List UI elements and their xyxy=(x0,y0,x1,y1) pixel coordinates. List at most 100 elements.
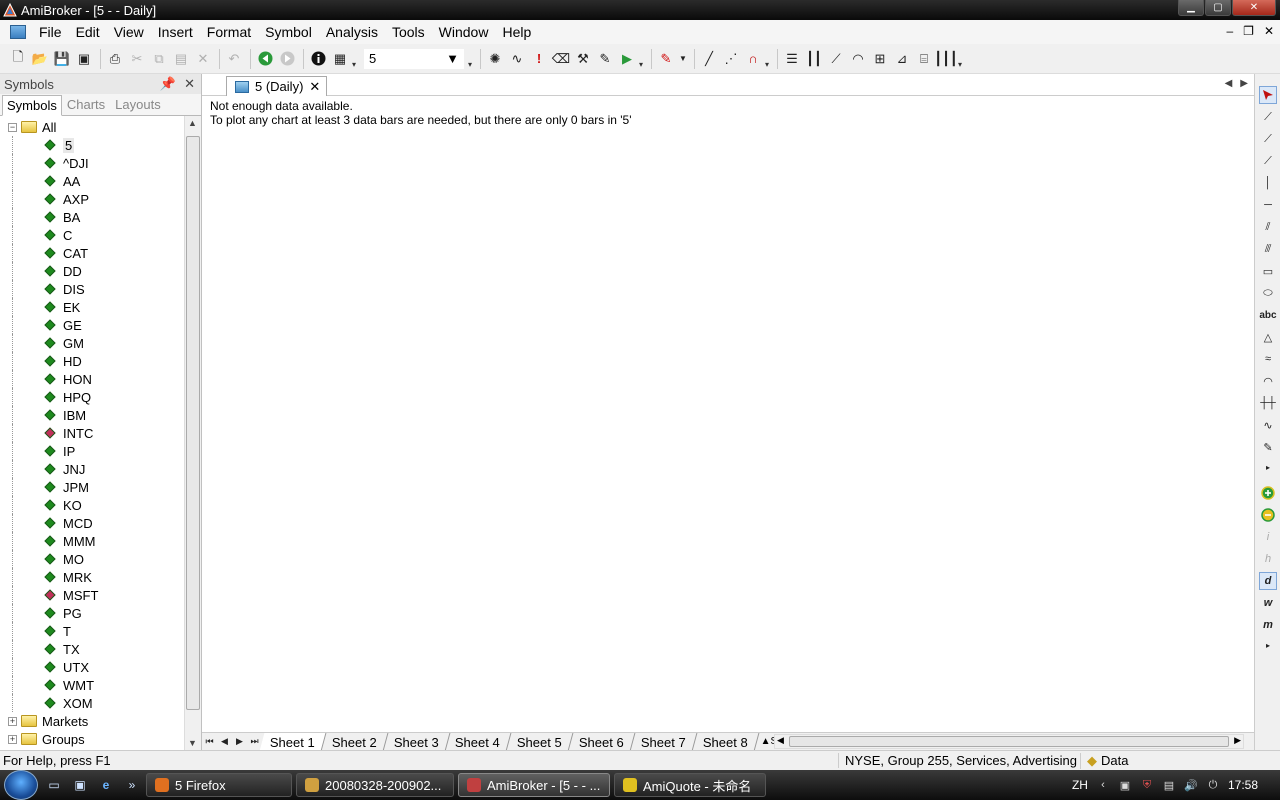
toolbar-overflow-icon[interactable]: ▾ xyxy=(958,49,966,69)
tab-scroll-right-icon[interactable]: ▶ xyxy=(1240,78,1248,89)
new-icon[interactable]: 🗋 xyxy=(8,49,28,69)
symbol-item[interactable]: AA xyxy=(0,172,184,190)
pen-color-icon[interactable]: ✎ xyxy=(656,49,676,69)
horizontal-scrollbar[interactable]: ◀ ▶ xyxy=(774,734,1244,749)
taskbar-task[interactable]: 5 Firefox xyxy=(146,773,292,797)
symbol-item[interactable]: DIS xyxy=(0,280,184,298)
hourly-interval-icon[interactable]: h xyxy=(1259,550,1277,568)
expand-icon[interactable]: + xyxy=(8,716,17,726)
line-width-icon[interactable]: ╱ xyxy=(699,49,719,69)
wand-icon[interactable]: ✎ xyxy=(595,49,615,69)
open-icon[interactable]: 📂 xyxy=(30,49,50,69)
menu-help[interactable]: Help xyxy=(495,20,538,44)
internet-explorer-icon[interactable]: e xyxy=(96,775,116,795)
show-desktop-icon[interactable]: ▭ xyxy=(44,775,64,795)
symbol-item[interactable]: MMM xyxy=(0,532,184,550)
forward-icon[interactable] xyxy=(277,49,297,69)
sheet-tab-7[interactable]: Sheet 7 xyxy=(630,732,698,751)
symbol-item[interactable]: TX xyxy=(0,640,184,658)
symbol-item[interactable]: UTX xyxy=(0,658,184,676)
magnet-icon[interactable]: ∩ xyxy=(743,49,763,69)
toolbar-overflow-icon[interactable]: ▾ xyxy=(468,49,476,69)
symbol-tree-scrollbar[interactable]: ▲ ▼ xyxy=(184,116,201,750)
first-sheet-icon[interactable]: ⏮ xyxy=(202,734,217,749)
fibonacci-timezones-icon[interactable]: ┼┼ xyxy=(1259,394,1277,412)
select-arrow-icon[interactable] xyxy=(1259,86,1277,104)
tray-expand-icon[interactable]: ‹ xyxy=(1096,778,1110,792)
symbol-item[interactable]: EK xyxy=(0,298,184,316)
hammer-icon[interactable]: ⚒ xyxy=(573,49,593,69)
mdi-restore-button[interactable]: ❐ xyxy=(1243,24,1254,38)
weekly-interval-icon[interactable]: w xyxy=(1259,594,1277,612)
print-icon[interactable]: ⎙ xyxy=(105,49,125,69)
symbol-item[interactable]: T xyxy=(0,622,184,640)
regression-channel-icon[interactable]: ⫻ xyxy=(1259,240,1277,258)
document-tab[interactable]: 5 (Daily) ✕ xyxy=(226,76,328,96)
fibonacci-icon[interactable]: ⌸ xyxy=(914,49,934,69)
menu-insert[interactable]: Insert xyxy=(151,20,200,44)
start-button[interactable] xyxy=(4,770,38,800)
scrollbar-thumb[interactable] xyxy=(186,136,200,710)
cut-icon[interactable]: ✂ xyxy=(127,49,147,69)
taskbar-task[interactable]: 20080328-200902... xyxy=(296,773,454,797)
symbol-item[interactable]: JPM xyxy=(0,478,184,496)
freehand-icon[interactable]: ∿ xyxy=(1259,416,1277,434)
rectangle-icon[interactable]: ▭ xyxy=(1259,262,1277,280)
menu-format[interactable]: Format xyxy=(200,20,258,44)
scroll-left-icon[interactable]: ◀ xyxy=(777,735,784,746)
sheet-tab-2[interactable]: Sheet 2 xyxy=(321,732,389,751)
vertical-line-icon[interactable]: │ xyxy=(1259,174,1277,192)
dotted-line-icon[interactable]: ⋰ xyxy=(721,49,741,69)
paste-icon[interactable]: ▤ xyxy=(171,49,191,69)
vertical-lines-icon[interactable]: ┃┃ xyxy=(804,49,824,69)
info-icon[interactable] xyxy=(308,49,328,69)
symbol-item[interactable]: AXP xyxy=(0,190,184,208)
parallel-lines-icon[interactable]: ⫽ xyxy=(1259,218,1277,236)
toolbar-overflow-icon[interactable]: ▾ xyxy=(765,49,773,69)
tab-symbols[interactable]: Symbols xyxy=(2,95,62,116)
text-icon[interactable]: abc xyxy=(1259,306,1277,324)
tab-layouts[interactable]: Layouts xyxy=(110,94,166,115)
taskbar-task[interactable]: AmiQuote - 未命名 xyxy=(614,773,766,797)
triangle-icon[interactable]: △ xyxy=(1259,328,1277,346)
monthly-interval-icon[interactable]: m xyxy=(1259,616,1277,634)
menu-window[interactable]: Window xyxy=(432,20,496,44)
scroll-right-icon[interactable]: ▶ xyxy=(1234,735,1241,746)
close-icon[interactable]: ✕ xyxy=(309,79,320,95)
play-icon[interactable]: ▶ xyxy=(617,49,637,69)
indicator-builder-icon[interactable]: ∿ xyxy=(507,49,527,69)
taskbar-task[interactable]: AmiBroker - [5 - - ... xyxy=(458,773,610,797)
clock[interactable]: 17:58 xyxy=(1228,778,1258,792)
symbol-item[interactable]: ^DJI xyxy=(0,154,184,172)
zoom-in-icon[interactable] xyxy=(1259,484,1277,502)
back-icon[interactable] xyxy=(255,49,275,69)
language-indicator[interactable]: ZH xyxy=(1072,778,1088,792)
next-sheet-icon[interactable]: ▶ xyxy=(232,734,247,749)
collapse-icon[interactable]: − xyxy=(8,122,17,132)
arc-icon[interactable]: ◠ xyxy=(848,49,868,69)
automatic-analysis-icon[interactable]: ✺ xyxy=(485,49,505,69)
zoom-out-icon[interactable] xyxy=(1259,506,1277,524)
eraser-icon[interactable]: ⌫ xyxy=(551,49,571,69)
symbol-item[interactable]: HON xyxy=(0,370,184,388)
switch-windows-icon[interactable]: ▣ xyxy=(70,775,90,795)
sheet-tab-3[interactable]: Sheet 3 xyxy=(383,732,450,751)
mdi-document-icon[interactable] xyxy=(10,25,26,39)
chevron-down-icon[interactable]: ▼ xyxy=(678,49,688,69)
symbol-item[interactable]: PG xyxy=(0,604,184,622)
mdi-close-button[interactable]: ✕ xyxy=(1264,24,1274,38)
symbol-item[interactable]: IBM xyxy=(0,406,184,424)
symbol-item[interactable]: C xyxy=(0,226,184,244)
drawing-toolbar-overflow-icon[interactable]: ▸ xyxy=(1259,458,1277,476)
sheet-tab-6[interactable]: Sheet 6 xyxy=(568,732,636,751)
toolbar-overflow-icon[interactable]: ▾ xyxy=(352,49,360,69)
arc-icon[interactable]: ◠ xyxy=(1259,372,1277,390)
save-all-icon[interactable]: ▣ xyxy=(74,49,94,69)
alert-icon[interactable]: ! xyxy=(529,49,549,69)
menu-file[interactable]: File xyxy=(32,20,69,44)
fan-icon[interactable]: ⟋ xyxy=(826,49,846,69)
network-icon[interactable]: ▣ xyxy=(1118,778,1132,792)
intraday-interval-icon[interactable]: i xyxy=(1259,528,1277,546)
toolbar-overflow-icon[interactable]: ▾ xyxy=(639,49,647,69)
pencil-icon[interactable]: ✎ xyxy=(1259,438,1277,456)
